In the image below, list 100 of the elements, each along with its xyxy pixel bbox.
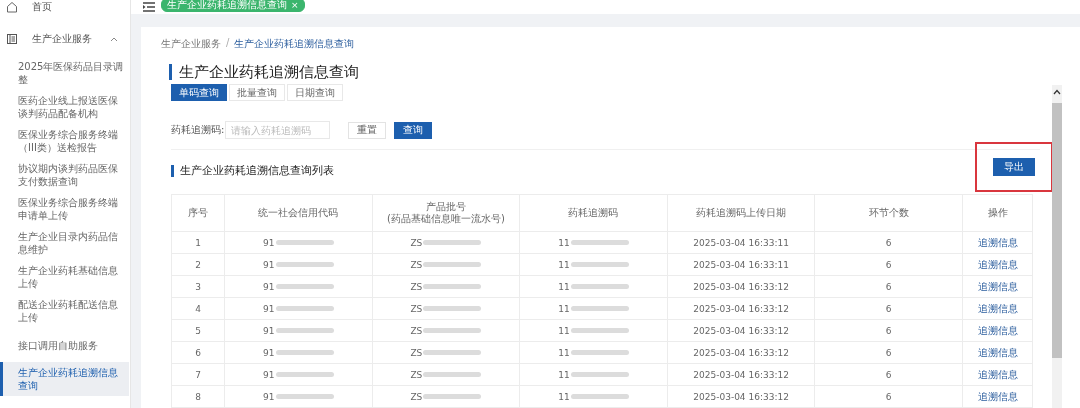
redaction-bar — [275, 372, 334, 377]
export-button[interactable]: 导出 — [993, 158, 1035, 176]
sidebar-item[interactable]: 接口调用自助服务 — [0, 328, 129, 362]
redaction-bar — [275, 394, 334, 399]
table-cell: 11 — [558, 369, 570, 380]
breadcrumb-item[interactable]: 生产企业药耗追溯信息查询 — [234, 37, 355, 51]
table-cell: 6 — [814, 385, 963, 408]
scroll-up-icon — [1053, 89, 1061, 95]
redaction-bar — [423, 328, 482, 333]
table-cell: 2025-03-04 16:33:12 — [667, 341, 815, 364]
redaction-bar — [570, 394, 629, 399]
table-cell: ZS — [410, 281, 423, 292]
search-field[interactable]: 请输入药耗追溯码 — [225, 121, 330, 139]
redaction-bar — [423, 306, 482, 311]
redaction-bar — [275, 306, 334, 311]
column-header: 统一社会信用代码 — [224, 194, 373, 232]
redaction-bar — [570, 328, 629, 333]
list-icon — [6, 33, 18, 45]
redaction-bar — [570, 350, 629, 355]
redaction-bar — [423, 394, 482, 399]
table-cell: 3 — [171, 275, 225, 298]
sidebar-item[interactable]: 生产企业目录内药品信息维护 — [0, 226, 129, 260]
column-header: 操作 — [962, 194, 1033, 232]
column-header: 药耗追溯码上传日期 — [667, 194, 815, 232]
table-cell: 1 — [171, 231, 225, 254]
redaction-bar — [570, 284, 629, 289]
table-cell: 2025-03-04 16:33:12 — [667, 363, 815, 386]
section-title: 生产企业药耗追溯信息查询列表 — [171, 165, 334, 177]
table-cell: 6 — [814, 231, 963, 254]
sidebar-item[interactable]: 医保业务综合服务终端（III类）送检报告 — [0, 124, 129, 158]
table-cell: 91 — [263, 347, 275, 358]
table-cell: 2025-03-04 16:33:11 — [667, 231, 815, 254]
sidebar-group[interactable]: 生产企业服务 — [0, 26, 130, 52]
redaction-bar — [275, 240, 334, 245]
table-cell: ZS — [410, 369, 423, 380]
redaction-bar — [423, 350, 482, 355]
table-cell: 11 — [558, 391, 570, 402]
redaction-bar — [423, 240, 482, 245]
column-header: 序号 — [171, 194, 225, 232]
table-cell: 2 — [171, 253, 225, 276]
sidebar-item[interactable]: 生产企业药耗追溯信息查询 — [0, 362, 129, 396]
redaction-bar — [570, 372, 629, 377]
table-cell: 91 — [263, 259, 275, 270]
redaction-bar — [275, 262, 334, 267]
table-cell: 11 — [558, 259, 570, 270]
table-cell: 11 — [558, 281, 570, 292]
chevron-up-icon — [110, 36, 118, 42]
sidebar-item[interactable]: 首页 — [0, 0, 130, 14]
sidebar-item[interactable]: 配送企业药耗配送信息上传 — [0, 294, 129, 328]
sidebar-item[interactable]: 生产企业药耗基础信息上传 — [0, 260, 129, 294]
table-cell: 91 — [263, 325, 275, 336]
table-cell: 91 — [263, 281, 275, 292]
sidebar-item[interactable]: 医保业务综合服务终端申请单上传 — [0, 192, 129, 226]
redaction-bar — [275, 284, 334, 289]
search-button[interactable]: 查询 — [394, 121, 432, 139]
redaction-bar — [570, 240, 629, 245]
table-cell: 6 — [171, 341, 225, 364]
page-title: 生产企业药耗追溯信息查询 — [169, 64, 1080, 80]
table-cell: 2025-03-04 16:33:12 — [667, 275, 815, 298]
breadcrumb-item[interactable]: 生产企业服务 — [161, 37, 221, 51]
sidebar-item[interactable]: 协议期内谈判药品医保支付数据查询 — [0, 158, 129, 192]
table-cell: 91 — [263, 237, 275, 248]
table-cell: 91 — [263, 369, 275, 380]
scroll-thumb[interactable] — [1052, 103, 1062, 358]
table-cell: 5 — [171, 319, 225, 342]
table-cell: 11 — [558, 325, 570, 336]
sidebar-item[interactable]: 2025年医保药品目录调整 — [0, 56, 129, 90]
scrollbar[interactable] — [1052, 85, 1062, 408]
table-cell: ZS — [410, 391, 423, 402]
query-tab[interactable]: 单码查询 — [171, 84, 227, 101]
redaction-bar — [570, 306, 629, 311]
redaction-bar — [275, 350, 334, 355]
table-cell: 91 — [263, 391, 275, 402]
query-tab[interactable]: 批量查询 — [229, 84, 285, 101]
table-cell: 2025-03-04 16:33:12 — [667, 297, 815, 320]
table-cell: ZS — [410, 259, 423, 270]
redaction-bar — [423, 372, 482, 377]
table-cell: ZS — [410, 347, 423, 358]
table-cell: 11 — [558, 303, 570, 314]
redaction-bar — [423, 262, 482, 267]
table-cell: 6 — [814, 341, 963, 364]
sidebar-item[interactable]: 医药企业线上报送医保谈判药品配备机构 — [0, 90, 129, 124]
redaction-bar — [570, 262, 629, 267]
column-header: 产品批号 (药品基础信息唯一流水号) — [372, 194, 520, 232]
breadcrumb-separator: / — [226, 37, 230, 50]
table-cell: 6 — [814, 319, 963, 342]
table-cell: 11 — [558, 237, 570, 248]
table-cell: 6 — [814, 363, 963, 386]
table-cell: 11 — [558, 347, 570, 358]
menu-icon — [143, 1, 155, 12]
column-header: 药耗追溯码 — [519, 194, 668, 232]
table-cell: 7 — [171, 363, 225, 386]
table-cell: ZS — [410, 303, 423, 314]
reset-button[interactable]: 重置 — [348, 121, 386, 139]
table-cell: 8 — [171, 385, 225, 408]
query-tab[interactable]: 日期查询 — [287, 84, 343, 101]
redaction-bar — [423, 284, 482, 289]
table-cell: ZS — [410, 325, 423, 336]
table-cell: 4 — [171, 297, 225, 320]
table-cell: 2025-03-04 16:33:12 — [667, 385, 815, 408]
